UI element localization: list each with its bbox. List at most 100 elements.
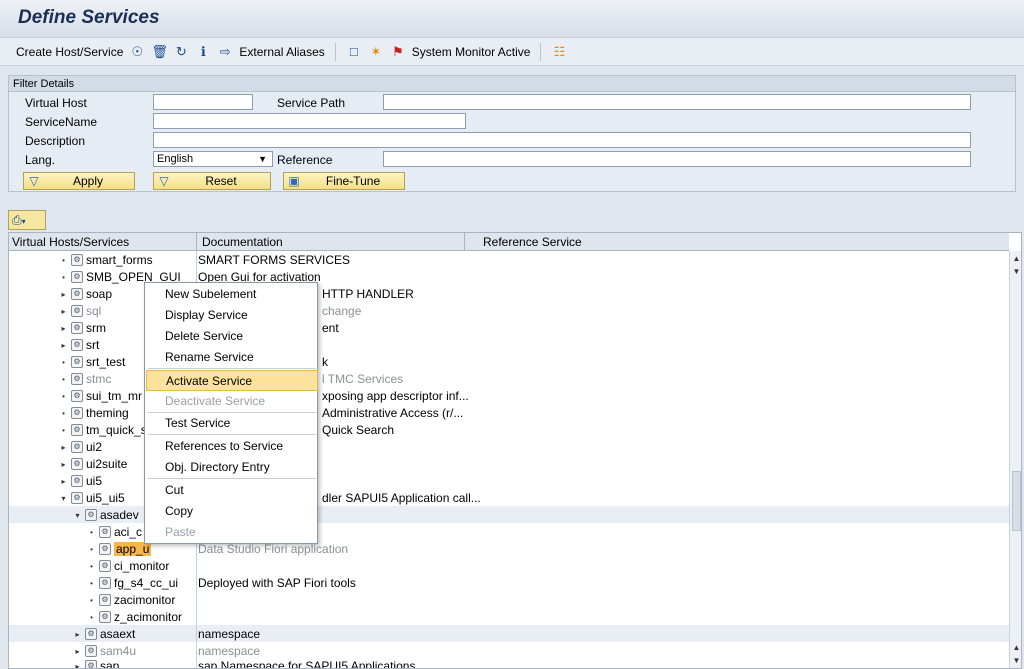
refresh-icon[interactable]: ↻ [173,44,189,60]
scroll-down-icon[interactable]: ▼ [1010,656,1021,668]
row-name: aci_c [114,525,143,539]
expand-arrow-icon[interactable]: ▸ [59,443,68,452]
magic-wand-icon[interactable]: ✶ [368,44,384,60]
row-name: asadev [100,508,139,522]
leaf-dot-icon: • [90,527,93,537]
menu-item-display-service[interactable]: Display Service [146,305,318,326]
leaf-dot-icon: • [62,272,65,282]
trash-icon[interactable]: 🗑 [151,44,168,60]
tree-row[interactable]: • ⚙ ci_monitor [9,557,1009,574]
menu-item-cut[interactable]: Cut [146,480,318,501]
service-name-row: ServiceName [9,113,1015,132]
row-name: ui2suite [86,457,128,471]
column-header-reference-service[interactable]: Reference Service [483,235,582,249]
menu-item-obj-directory-entry[interactable]: Obj. Directory Entry [146,457,318,478]
fine-tune-button[interactable]: ▣ Fine-Tune [283,172,405,190]
leaf-dot-icon: • [62,374,65,384]
service-node-icon: ⚙ [71,458,83,470]
row-doc: Deployed with SAP Fiori tools [198,576,356,590]
virtual-host-input[interactable] [153,94,253,110]
tree-row[interactable]: • ⚙ smart_forms SMART FORMS SERVICES [9,251,1009,268]
service-node-icon: ⚙ [71,271,83,283]
service-node-icon: ⚙ [99,526,111,538]
reference-label: Reference [277,153,333,167]
description-row: Description [9,132,1015,151]
title-bar: Define Services [0,0,1024,38]
leaf-dot-icon: • [62,408,65,418]
system-monitor-active-button[interactable]: System Monitor Active [412,45,531,59]
document-icon[interactable]: □ [346,44,362,60]
service-name-input[interactable] [153,113,466,129]
expand-arrow-icon[interactable]: ▸ [73,630,82,639]
grid-header: Virtual Hosts/Services Documentation Ref… [9,233,1009,251]
filter-reset-icon: ▽ [159,174,169,188]
menu-item-copy[interactable]: Copy [146,501,318,522]
create-host-service-button[interactable]: Create Host/Service [16,45,123,59]
service-node-icon: ⚙ [99,577,111,589]
glasses-display-icon[interactable]: ☉ [129,44,145,60]
print-menu-button[interactable]: ⎙▾ [8,210,46,230]
expand-arrow-icon[interactable]: ▸ [59,290,68,299]
menu-item-delete-service[interactable]: Delete Service [146,326,318,347]
service-node-icon: ⚙ [71,441,83,453]
service-node-icon: ⚙ [71,305,83,317]
expand-arrow-icon[interactable]: ▸ [59,341,68,350]
expand-arrow-icon[interactable]: ▸ [59,324,68,333]
menu-item-new-subelement[interactable]: New Subelement [146,284,318,305]
hierarchy-icon[interactable]: ☷ [551,44,567,60]
tree-row[interactable]: • ⚙ fg_s4_cc_ui Deployed with SAP Fiori too… [9,574,1009,591]
lang-row: Lang. English ▼ Reference [9,151,1015,170]
filter-icon: ▽ [29,174,39,188]
lang-select[interactable]: English ▼ [153,151,273,167]
row-doc: ent [322,321,339,335]
tree-row[interactable]: ▸ ⚙ asaext namespace [9,625,1009,642]
row-name: z_acimonitor [114,610,183,624]
menu-separator [148,434,316,435]
leaf-dot-icon: • [62,425,65,435]
expand-arrow-icon[interactable]: ▸ [73,662,82,669]
vertical-scrollbar[interactable]: ▲ ▼ ▲ ▼ [1009,251,1021,668]
scrollbar-thumb[interactable] [1012,471,1021,531]
collapse-arrow-icon[interactable]: ▾ [59,494,68,503]
expand-arrow-icon[interactable]: ▸ [59,477,68,486]
row-name: zacimonitor [114,593,176,607]
virtual-host-row: Virtual Host Service Path [9,94,1015,113]
expand-arrow-icon[interactable]: ▸ [73,647,82,656]
tree-row[interactable]: ▸ ⚙ sap sap Namespace for SAPUI5 Applicatio… [9,657,1009,669]
row-name: sam4u [100,644,137,658]
arrow-right-icon[interactable]: ⇨ [217,44,233,60]
scroll-up-icon[interactable]: ▲ [1010,254,1021,266]
menu-item-test-service[interactable]: Test Service [146,413,318,434]
scroll-up-icon[interactable]: ▲ [1010,643,1021,655]
reference-input[interactable] [383,151,971,167]
flag-icon[interactable]: ⚑ [390,44,406,60]
service-node-icon: ⚙ [85,509,97,521]
apply-button[interactable]: ▽ Apply [23,172,135,190]
column-header-documentation[interactable]: Documentation [202,235,283,249]
row-name: app_u [114,542,152,556]
menu-item-rename-service[interactable]: Rename Service [146,347,318,368]
external-aliases-button[interactable]: External Aliases [239,45,324,59]
column-header-virtual-hosts[interactable]: Virtual Hosts/Services [12,235,129,249]
description-input[interactable] [153,132,971,148]
collapse-arrow-icon[interactable]: ▾ [73,511,82,520]
reset-button[interactable]: ▽ Reset [153,172,271,190]
scroll-down-icon[interactable]: ▼ [1010,267,1021,279]
expand-arrow-icon[interactable]: ▸ [59,460,68,469]
tree-row[interactable]: • ⚙ zacimonitor [9,591,1009,608]
dropdown-arrow-icon: ▼ [258,154,267,164]
row-doc: namespace [198,644,261,658]
row-doc: sap Namespace for SAPUI5 Applications [198,659,416,669]
service-node-icon: ⚙ [85,628,97,640]
service-node-icon: ⚙ [99,594,111,606]
expand-arrow-icon[interactable]: ▸ [59,307,68,316]
tree-row[interactable]: • ⚙ z_acimonitor [9,608,1009,625]
info-icon[interactable]: ℹ [195,44,211,60]
page-title: Define Services [18,7,160,28]
menu-item-references-to-service[interactable]: References to Service [146,436,318,457]
service-path-input[interactable] [383,94,971,110]
menu-item-activate-service[interactable]: Activate Service [146,370,318,391]
row-name: soap [86,287,113,301]
menu-item-paste: Paste [165,525,196,539]
service-node-icon: ⚙ [71,424,83,436]
